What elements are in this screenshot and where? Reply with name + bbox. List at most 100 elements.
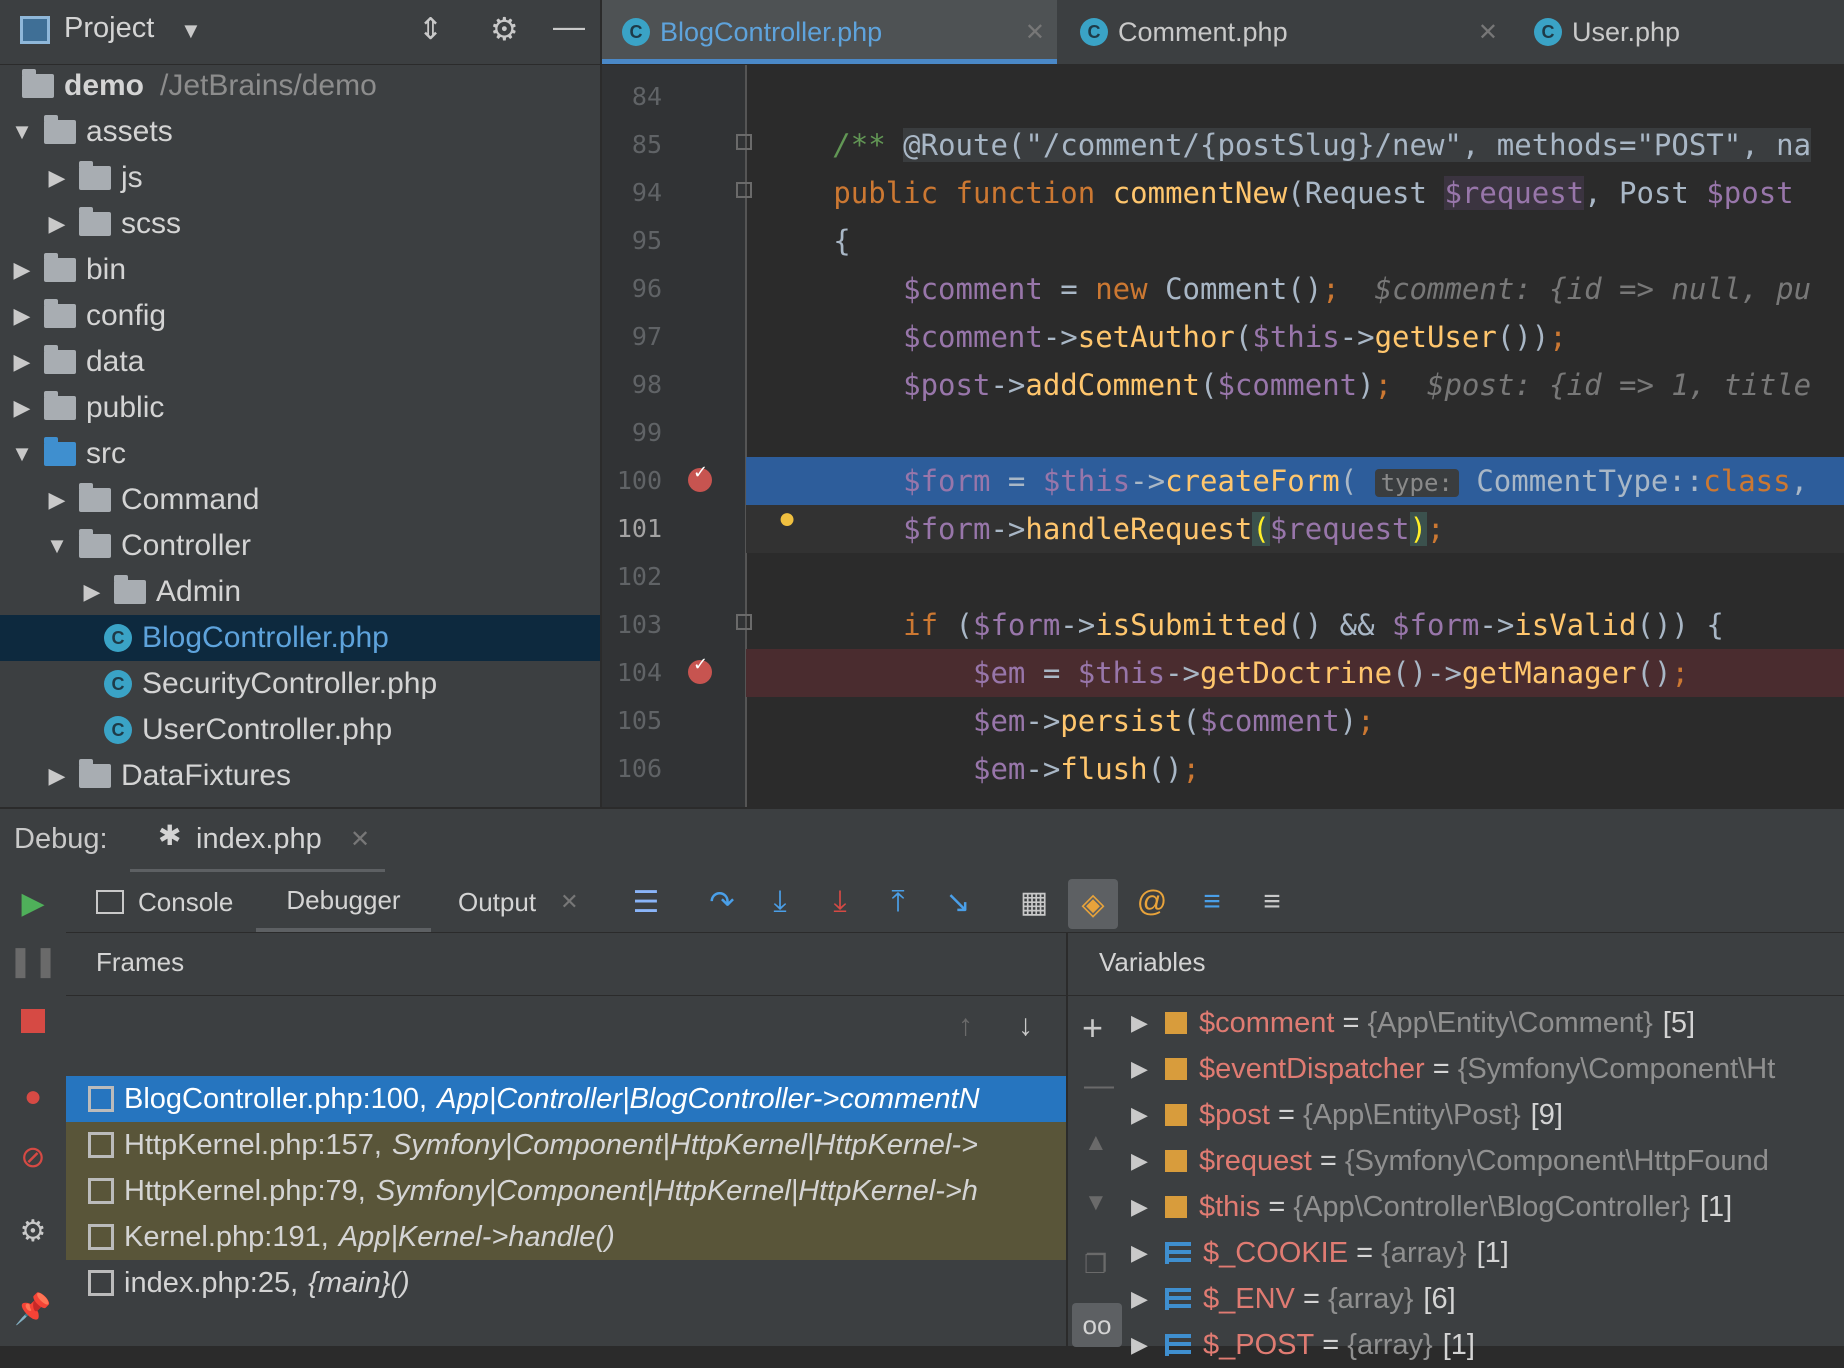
chevron-down-icon[interactable]: ▼	[180, 18, 202, 44]
tab-output[interactable]: Output ✕	[458, 872, 579, 932]
frame-row[interactable]: HttpKernel.php:157, Symfony|Component|Htt…	[66, 1122, 1066, 1168]
tree-folder[interactable]: ▼ src	[0, 431, 600, 477]
variable-row[interactable]: ▶ $_COOKIE = {array} [1]	[1067, 1230, 1844, 1276]
arrow-down-icon[interactable]: ↓	[1018, 1009, 1033, 1043]
close-icon[interactable]: ✕	[1025, 18, 1045, 47]
code-line-104-breakpoint[interactable]: $em = $this->getDoctrine()->getManager()…	[746, 649, 1844, 697]
tab-user[interactable]: C User.php	[1514, 0, 1844, 64]
variable-row[interactable]: ▶ $eventDispatcher = {Symfony\Component\H…	[1067, 1046, 1844, 1092]
frame-row[interactable]: BlogController.php:100, App|Controller|Bl…	[66, 1076, 1066, 1122]
code-line-98[interactable]: $post->addComment($comment); $post: {id …	[746, 361, 1844, 409]
arrow-up-icon[interactable]: ↑	[958, 1009, 973, 1043]
mute-breakpoints-icon[interactable]: ⊘	[14, 1138, 52, 1176]
tree-folder[interactable]: ▶ public	[0, 385, 600, 431]
frame-row[interactable]: index.php:25, {main}()	[66, 1260, 1066, 1306]
tab-blogcontroller[interactable]: C BlogController.php ✕	[602, 0, 1057, 64]
step-over-icon[interactable]: ↷	[704, 884, 740, 920]
collapse-all-icon[interactable]: ⇕	[418, 12, 443, 47]
step-out-icon[interactable]: ⤒	[880, 884, 916, 920]
pin-icon[interactable]: 📌	[14, 1290, 52, 1328]
tab-console[interactable]: Console	[96, 872, 233, 932]
chevron-right-icon[interactable]: ▶	[1131, 1194, 1155, 1220]
project-title[interactable]: Project	[64, 12, 154, 45]
code-line-103[interactable]: if ($form->isSubmitted() && $form->isVal…	[746, 601, 1844, 649]
tree-folder[interactable]: ▶ Admin	[0, 569, 600, 615]
variable-row[interactable]: ▶ $_POST = {array} [1]	[1067, 1322, 1844, 1368]
code-line-99[interactable]	[746, 409, 1844, 457]
fold-icon[interactable]	[736, 614, 752, 630]
debug-session-tab[interactable]: ✱ index.php ✕	[130, 809, 385, 873]
chevron-right-icon[interactable]: ▶	[10, 395, 34, 421]
tab-debugger[interactable]: Debugger	[256, 872, 431, 932]
chevron-right-icon[interactable]: ▶	[1131, 1240, 1155, 1266]
chevron-down-icon[interactable]: ▼	[10, 119, 34, 145]
chevron-right-icon[interactable]: ▶	[80, 579, 104, 605]
ordered-list-icon[interactable]: ≡	[1194, 884, 1230, 920]
chevron-right-icon[interactable]: ▶	[1131, 1056, 1155, 1082]
code-line-101[interactable]: $form->handleRequest($request);	[746, 505, 1844, 553]
frame-row[interactable]: Kernel.php:191, App|Kernel->handle()	[66, 1214, 1066, 1260]
chevron-right-icon[interactable]: ▶	[1131, 1286, 1155, 1312]
code-line-85[interactable]: /** @Route("/comment/{postSlug}/new", me…	[746, 121, 1844, 169]
tree-file[interactable]: C UserController.php	[0, 707, 600, 753]
code-line-105[interactable]: $em->persist($comment);	[746, 697, 1844, 745]
tree-folder[interactable]: ▶ scss	[0, 201, 600, 247]
tree-folder[interactable]: ▼ Controller	[0, 523, 600, 569]
step-into-icon[interactable]: ⤓	[762, 884, 798, 920]
chevron-right-icon[interactable]: ▶	[45, 763, 69, 789]
code-line-95[interactable]: {	[746, 217, 1844, 265]
chevron-right-icon[interactable]: ▶	[45, 487, 69, 513]
frame-row[interactable]: HttpKernel.php:79, Symfony|Component|Http…	[66, 1168, 1066, 1214]
view-breakpoints-icon[interactable]: ●	[14, 1078, 52, 1116]
class-filter-icon[interactable]: ◈	[1068, 879, 1118, 929]
code-line-100-execution-point[interactable]: $form = $this->createForm( type: Comment…	[746, 457, 1844, 505]
code-line-97[interactable]: $comment->setAuthor($this->getUser());	[746, 313, 1844, 361]
code-line-94[interactable]: public function commentNew(Request $requ…	[746, 169, 1844, 217]
tree-file[interactable]: C BlogController.php	[0, 615, 600, 661]
tree-folder[interactable]: ▶ Command	[0, 477, 600, 523]
tree-folder[interactable]: ▶ config	[0, 293, 600, 339]
lightbulb-icon[interactable]: ●	[778, 502, 796, 536]
tree-folder[interactable]: ▼ assets	[0, 109, 600, 155]
run-to-cursor-icon[interactable]: ↘	[940, 884, 976, 920]
code-line-102[interactable]	[746, 553, 1844, 601]
chevron-right-icon[interactable]: ▶	[10, 257, 34, 283]
code-line-96[interactable]: $comment = new Comment(); $comment: {id …	[746, 265, 1844, 313]
chevron-right-icon[interactable]: ▶	[1131, 1332, 1155, 1358]
code-line-106[interactable]: $em->flush();	[746, 745, 1844, 793]
show-execution-point-icon[interactable]: ☰	[628, 884, 664, 920]
chevron-right-icon[interactable]: ▶	[45, 211, 69, 237]
resume-icon[interactable]: ▶	[14, 884, 52, 922]
stop-icon[interactable]	[14, 1002, 52, 1040]
chevron-right-icon[interactable]: ▶	[10, 349, 34, 375]
tree-folder[interactable]: ▶ bin	[0, 247, 600, 293]
pause-icon[interactable]: ❚❚	[8, 942, 58, 980]
breakpoint-icon[interactable]	[688, 462, 712, 492]
tree-folder[interactable]: ▶ js	[0, 155, 600, 201]
variable-row[interactable]: ▶ $request = {Symfony\Component\HttpFound	[1067, 1138, 1844, 1184]
chevron-right-icon[interactable]: ▶	[10, 303, 34, 329]
chevron-down-icon[interactable]: ▼	[10, 441, 34, 467]
fold-icon[interactable]	[736, 134, 752, 150]
minimize-icon[interactable]: —	[553, 8, 585, 45]
chevron-right-icon[interactable]: ▶	[1131, 1102, 1155, 1128]
close-icon[interactable]: ✕	[1478, 18, 1498, 47]
chevron-right-icon[interactable]: ▶	[1131, 1010, 1155, 1036]
variable-row[interactable]: ▶ $_ENV = {array} [6]	[1067, 1276, 1844, 1322]
breakpoint-icon[interactable]	[688, 654, 712, 684]
add-watch-icon[interactable]: ≡	[1254, 884, 1290, 920]
chevron-right-icon[interactable]: ▶	[45, 165, 69, 191]
code-line-84[interactable]	[746, 73, 1844, 121]
chevron-right-icon[interactable]: ▶	[1131, 1148, 1155, 1174]
variable-row[interactable]: ▶ $comment = {App\Entity\Comment} [5]	[1067, 1000, 1844, 1046]
tree-file[interactable]: C SecurityController.php	[0, 661, 600, 707]
force-step-into-icon[interactable]: ⤓	[822, 884, 858, 920]
tree-root[interactable]: demo /JetBrains/demo	[0, 65, 600, 109]
annotations-icon[interactable]: @	[1134, 884, 1170, 920]
settings-icon[interactable]: ⚙	[14, 1212, 52, 1250]
gear-icon[interactable]: ⚙	[490, 10, 519, 48]
close-icon[interactable]: ✕	[350, 825, 370, 854]
tree-folder[interactable]: ▶ data	[0, 339, 600, 385]
chevron-down-icon[interactable]: ▼	[45, 533, 69, 559]
tab-comment[interactable]: C Comment.php ✕	[1060, 0, 1510, 64]
